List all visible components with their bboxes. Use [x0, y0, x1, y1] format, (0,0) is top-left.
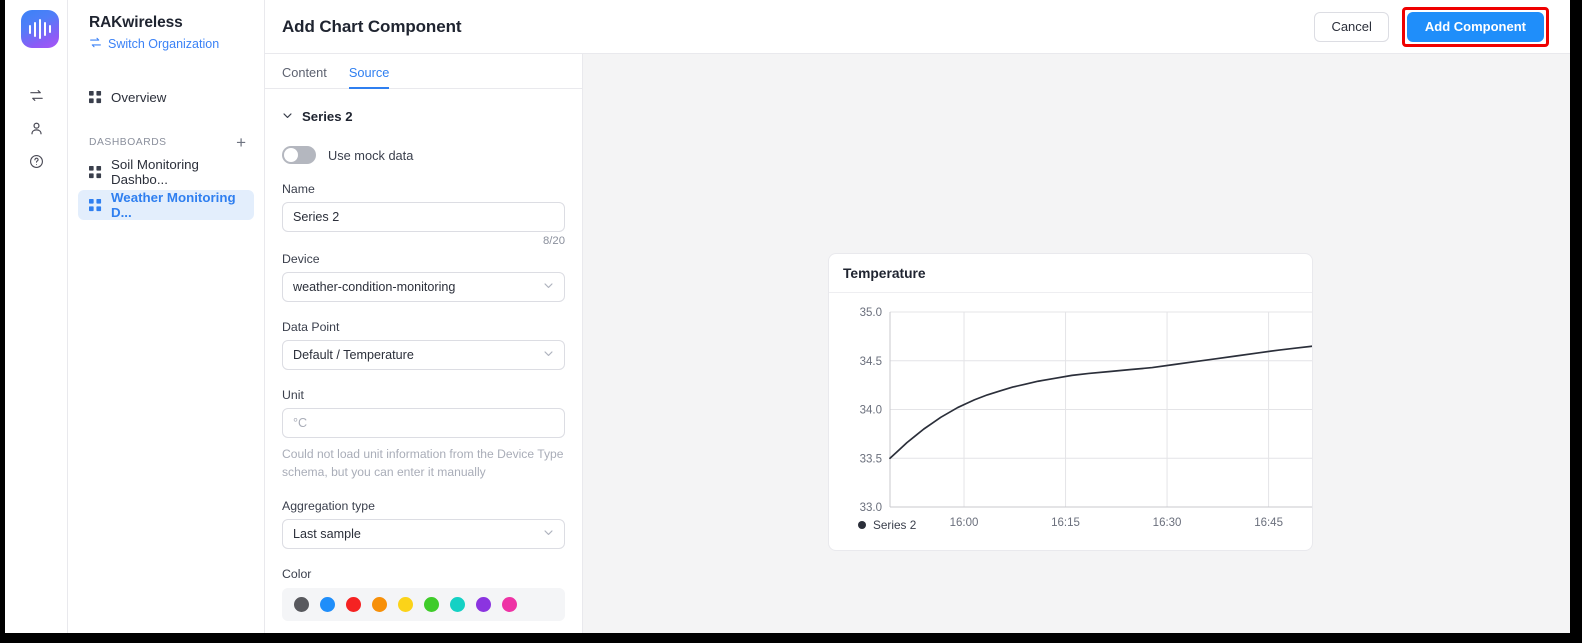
tab-content[interactable]: Content [282, 65, 327, 89]
grid-icon [89, 165, 102, 179]
tab-source[interactable]: Source [348, 65, 390, 89]
color-swatch-4[interactable] [398, 597, 413, 613]
color-swatch-5[interactable] [424, 597, 439, 613]
svg-text:33.5: 33.5 [860, 453, 882, 465]
chart-title: Temperature [829, 254, 1312, 293]
sidebar: RAKwireless Switch Organization Overview [68, 0, 265, 633]
chart-plot-body: 33.0 33.5 34.0 34.5 35.0 16:00 16:15 16:30 16:45… [829, 293, 1312, 550]
svg-text:16:15: 16:15 [1051, 517, 1080, 529]
page-title: Add Chart Component [282, 16, 462, 36]
dashboard-list: Soil Monitoring Dashbo... Weather Monito… [68, 157, 264, 220]
use-mock-data-row: Use mock data [282, 146, 565, 164]
aggregation-select-value: Last sample [293, 527, 361, 542]
app-window: RAKwireless Switch Organization Overview [5, 0, 1570, 633]
form-tabs: Content Source [265, 54, 582, 89]
topbar-actions: Cancel Add Component [1314, 6, 1549, 47]
svg-text:34.0: 34.0 [860, 405, 882, 417]
series-section-toggle[interactable]: Series 2 [282, 109, 565, 124]
cancel-button[interactable]: Cancel [1314, 11, 1389, 42]
source-form-panel: Content Source Series 2 Use mock data Na… [265, 54, 583, 633]
chevron-down-icon [282, 110, 293, 124]
data-point-select[interactable]: Default / Temperature [282, 340, 565, 370]
data-point-field-group: Data Point Default / Temperature [282, 320, 565, 370]
name-field-group: Name Series 2 8/20 [282, 182, 565, 247]
data-point-select-value: Default / Temperature [293, 348, 414, 362]
use-mock-data-label: Use mock data [328, 147, 414, 163]
rakwireless-logo-icon[interactable] [21, 10, 59, 48]
topbar: Add Chart Component Cancel Add Component [265, 0, 1570, 54]
color-swatch-0[interactable] [294, 597, 309, 613]
sidebar-item-overview-label: Overview [111, 89, 167, 105]
sidebar-item-soil-monitoring-label: Soil Monitoring Dashbo... [111, 157, 199, 187]
sidebar-item-soil-monitoring[interactable]: Soil Monitoring Dashbo... [78, 157, 254, 187]
svg-text:33.0: 33.0 [860, 502, 882, 514]
color-label: Color [282, 567, 312, 582]
chevron-down-icon [543, 348, 554, 362]
aggregation-label: Aggregation type [282, 499, 375, 514]
color-swatch-2[interactable] [346, 597, 361, 613]
help-icon[interactable] [5, 148, 68, 174]
body-row: Content Source Series 2 Use mock data Na… [265, 54, 1570, 633]
sidebar-item-weather-monitoring-label: Weather Monitoring D... [111, 190, 236, 220]
name-label: Name [282, 182, 315, 196]
svg-text:35.0: 35.0 [860, 307, 882, 319]
grid-icon [89, 198, 102, 212]
grid-icon [89, 90, 102, 104]
main-area: Add Chart Component Cancel Add Component… [265, 0, 1570, 633]
color-swatch-8[interactable] [502, 597, 517, 613]
chevron-down-icon [543, 527, 554, 541]
chart-card: Temperature 33.0 33.5 34.0 34.5 35.0 16:00 16:… [828, 253, 1313, 551]
unit-input[interactable]: °C [282, 408, 565, 438]
svg-text:16:00: 16:00 [950, 517, 979, 529]
chevron-down-icon [543, 280, 554, 294]
device-select[interactable]: weather-condition-monitoring [282, 272, 565, 302]
unit-helper-text: Could not load unit information from the… [282, 447, 564, 480]
dashboards-section-header: DASHBOARDS + [89, 134, 246, 151]
name-char-counter: 8/20 [543, 235, 565, 247]
legend-label: Series 2 [873, 518, 917, 532]
svg-text:16:45: 16:45 [1254, 517, 1283, 529]
device-field-group: Device weather-condition-monitoring [282, 252, 565, 302]
user-icon[interactable] [5, 115, 68, 141]
chart-legend: Series 2 [858, 518, 916, 532]
device-select-value: weather-condition-monitoring [293, 280, 456, 294]
form-scroll-area[interactable]: Series 2 Use mock data Name Series 2 8/2… [265, 89, 582, 633]
temperature-line-chart: 33.0 33.5 34.0 34.5 35.0 16:00 16:15 16:30 16:45 [860, 307, 1312, 529]
sidebar-item-overview[interactable]: Overview [78, 82, 254, 112]
name-input-value: Series 2 [293, 210, 340, 224]
add-component-button[interactable]: Add Component [1406, 11, 1544, 42]
add-component-highlight: Add Component [1401, 6, 1549, 47]
use-mock-data-toggle[interactable] [282, 146, 316, 164]
data-point-label: Data Point [282, 320, 340, 334]
switch-icon[interactable] [5, 82, 68, 108]
color-field-group: Color [282, 567, 565, 622]
svg-text:34.5: 34.5 [860, 356, 882, 368]
name-input[interactable]: Series 2 [282, 202, 565, 232]
dashboards-section-label: DASHBOARDS [89, 137, 167, 148]
icon-rail [5, 0, 68, 633]
color-swatch-3[interactable] [372, 597, 387, 613]
unit-field-group: Unit °C Could not load unit information … [282, 388, 565, 481]
legend-marker [858, 521, 866, 529]
switch-organization-link[interactable]: Switch Organization [68, 32, 264, 52]
color-swatch-1[interactable] [320, 597, 335, 613]
aggregation-field-group: Aggregation type Last sample [282, 499, 565, 550]
add-dashboard-button[interactable]: + [236, 134, 246, 151]
device-label: Device [282, 252, 320, 266]
switch-organization-label: Switch Organization [108, 37, 220, 51]
series-section-title: Series 2 [302, 109, 353, 124]
chart-preview-area: Temperature 33.0 33.5 34.0 34.5 35.0 16:00 16:… [583, 54, 1570, 633]
unit-input-placeholder: °C [293, 416, 308, 430]
color-swatch-6[interactable] [450, 597, 465, 613]
sidebar-item-weather-monitoring[interactable]: Weather Monitoring D... [78, 190, 254, 220]
unit-label: Unit [282, 388, 304, 402]
aggregation-select[interactable]: Last sample [282, 519, 565, 550]
color-swatch-7[interactable] [476, 597, 491, 613]
switch-arrows-icon [89, 36, 102, 52]
organization-name: RAKwireless [89, 14, 183, 31]
svg-text:16:30: 16:30 [1153, 517, 1182, 529]
color-swatch-row [282, 588, 565, 622]
